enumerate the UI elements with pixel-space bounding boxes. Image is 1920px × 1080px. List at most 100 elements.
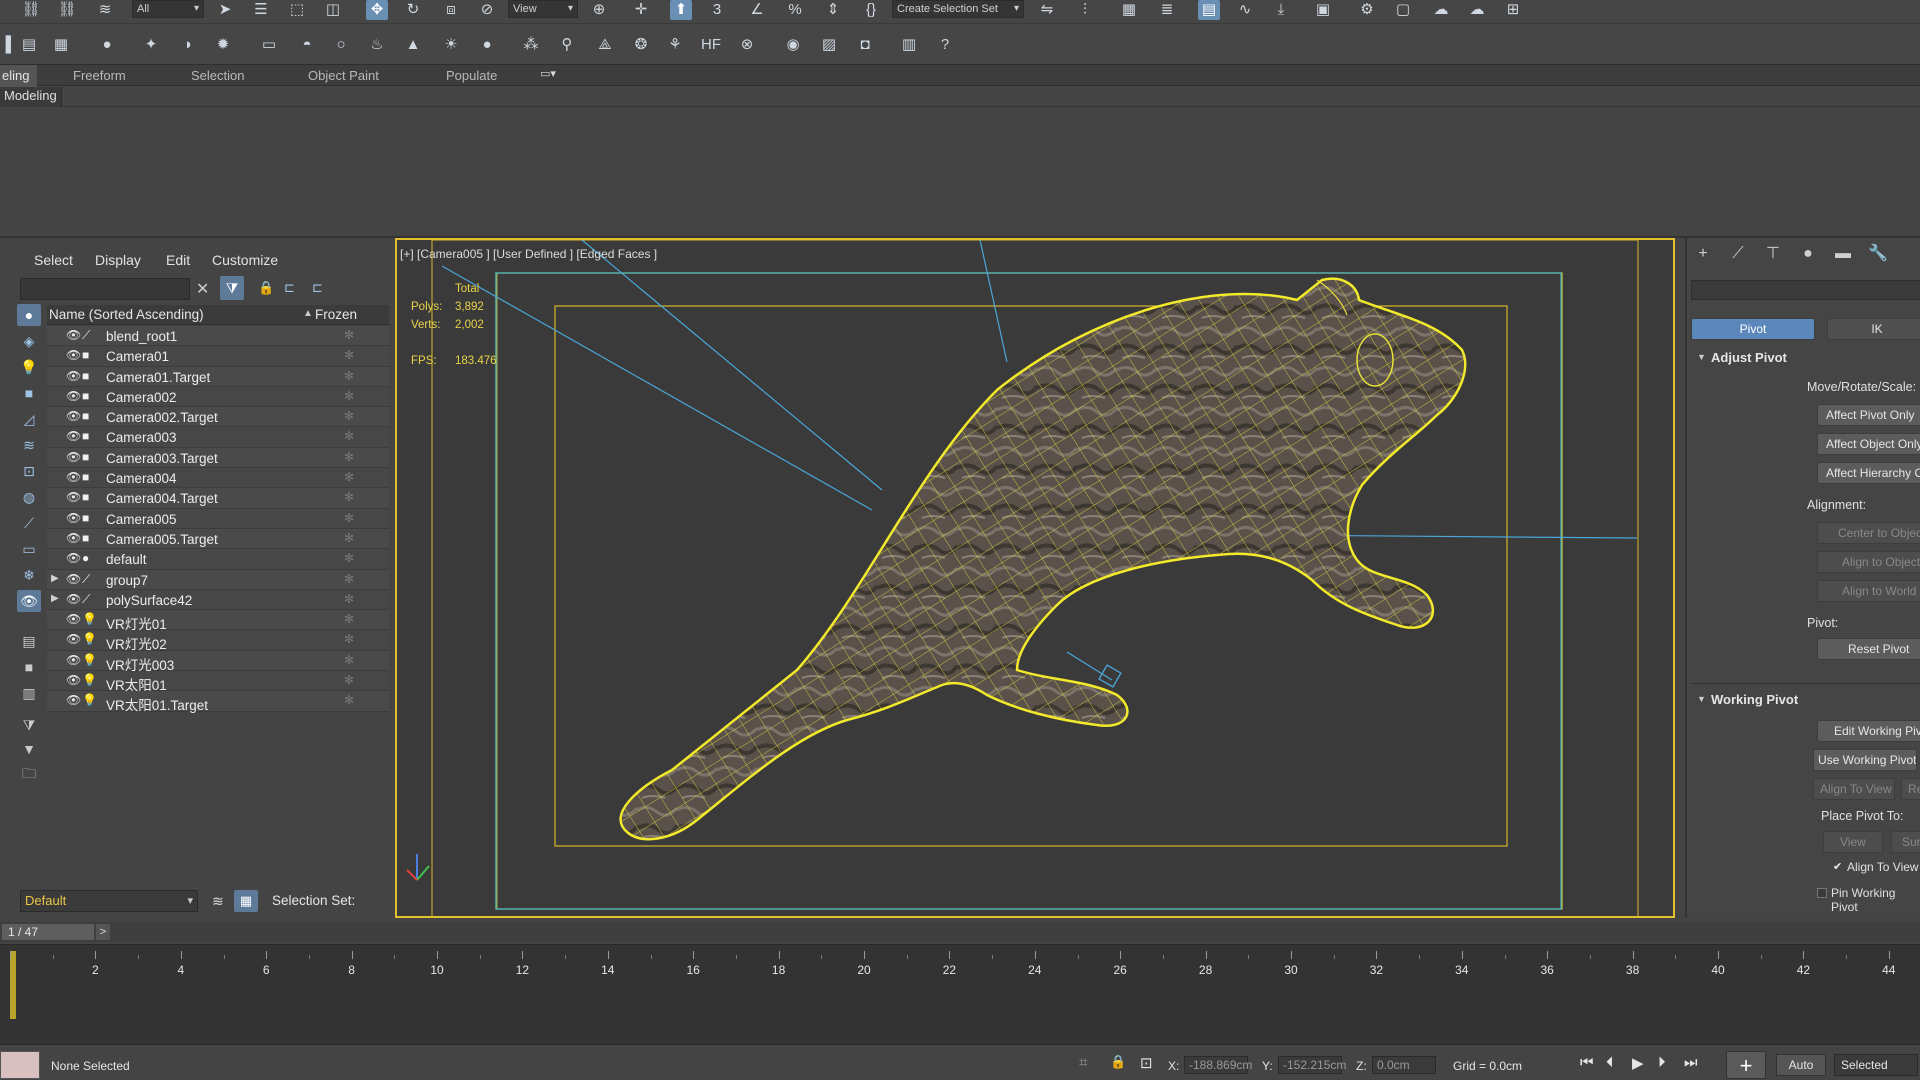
display-bones-icon[interactable]: ⟋ [17, 512, 41, 534]
reference-coordinate-dropdown[interactable]: View [508, 0, 578, 18]
visibility-eye-icon[interactable]: 👁 [66, 409, 81, 423]
display-hidden-icon[interactable]: 👁 [17, 590, 41, 612]
display-xrefs-icon[interactable]: ◍ [17, 486, 41, 508]
z-coordinate-field[interactable]: 0.0cm [1372, 1056, 1436, 1074]
layers-icon[interactable]: ≋ [212, 893, 224, 910]
visibility-eye-icon[interactable]: 👁 [66, 369, 81, 383]
object-name[interactable]: Camera002.Target [106, 410, 218, 425]
menu-edit[interactable]: Edit [166, 252, 190, 268]
ribbon-subtab-modeling[interactable]: Modeling [0, 87, 62, 107]
modify-tab-icon[interactable]: ⟋ [1725, 242, 1751, 266]
filter-icon[interactable]: ⧩ [220, 276, 244, 300]
camera-target-gizmo[interactable] [1098, 664, 1122, 688]
spinner-snap-icon[interactable]: ⇕ [822, 0, 844, 20]
vray-frame-buffer-icon[interactable]: ⊞ [1502, 0, 1524, 20]
explorer-row[interactable]: 👁 ■ Camera01 ✻ [47, 346, 389, 367]
create-tab-icon[interactable]: + [1690, 242, 1716, 266]
explorer-search-input[interactable] [20, 278, 190, 300]
window-crossing-icon[interactable]: ◫ [322, 0, 344, 20]
snap-toggle-icon[interactable]: 3 [706, 0, 728, 20]
frozen-toggle-icon[interactable]: ✻ [344, 470, 354, 484]
sun-icon[interactable]: ☀ [440, 35, 462, 55]
object-name[interactable]: polySurface42 [106, 593, 192, 608]
link-icon[interactable]: ⛓ [20, 0, 42, 20]
frozen-toggle-icon[interactable]: ✻ [344, 612, 354, 626]
x-coordinate-field[interactable]: -188.869cm [1184, 1056, 1252, 1074]
frozen-toggle-icon[interactable]: ✻ [344, 551, 354, 565]
move-icon[interactable]: ✥ [366, 0, 388, 20]
object-name[interactable]: Camera004.Target [106, 491, 218, 506]
visibility-eye-icon[interactable]: 👁 [66, 653, 81, 667]
visibility-eye-icon[interactable]: 👁 [66, 470, 81, 484]
display-geometry-icon[interactable]: ● [17, 304, 41, 326]
mirror-icon[interactable]: ⇋ [1036, 0, 1058, 20]
explorer-row[interactable]: 👁 ■ Camera004 ✻ [47, 468, 389, 489]
rendered-frame-window-icon[interactable]: ▢ [1392, 0, 1414, 20]
place-pivot-view-button[interactable]: View [1823, 831, 1883, 853]
dome-light-icon[interactable]: ◑ [176, 35, 198, 55]
display-all-icon[interactable]: ▤ [17, 630, 41, 652]
explorer-row[interactable]: ▶ 👁 ⟋ polySurface42 ✻ [47, 589, 389, 611]
bind-spacewarp-icon[interactable]: ≋ [94, 0, 116, 20]
object-name[interactable]: Camera003.Target [106, 451, 218, 466]
align-to-world-button[interactable]: Align to World [1817, 580, 1920, 602]
display-none-icon[interactable]: ■ [17, 656, 41, 678]
visibility-eye-icon[interactable]: 👁 [66, 592, 81, 606]
utilities-tab-icon[interactable]: 🔧 [1865, 242, 1891, 266]
expand-arrow-icon[interactable]: ▶ [51, 593, 61, 604]
render-camera-icon[interactable]: ✦ [140, 35, 162, 55]
pivot-center-icon[interactable]: ⊕ [588, 0, 610, 20]
explorer-row[interactable]: ▶ 👁 ⟋ group7 ✻ [47, 569, 389, 590]
frozen-toggle-icon[interactable]: ✻ [344, 328, 354, 342]
object-name-field[interactable] [1691, 280, 1920, 300]
object-name[interactable]: blend_root1 [106, 329, 177, 344]
explorer-row[interactable]: 👁 ■ Camera005.Target ✻ [47, 528, 389, 550]
edit-named-selection-icon[interactable]: {} [860, 0, 882, 20]
sphere-object-icon[interactable]: ❂ [630, 35, 652, 55]
rotate-icon[interactable]: ↻ [402, 0, 424, 20]
select-manipulate-icon[interactable]: ✛ [630, 0, 652, 20]
visibility-eye-icon[interactable]: 👁 [66, 511, 81, 525]
dome-icon[interactable]: ◓ [296, 35, 318, 55]
menu-select[interactable]: Select [34, 252, 73, 268]
motion-tab-icon[interactable]: ● [1795, 242, 1821, 266]
frozen-toggle-icon[interactable]: ✻ [344, 348, 354, 362]
explorer-row[interactable]: 👁 ■ Camera01.Target ✻ [47, 366, 389, 387]
frozen-toggle-icon[interactable]: ✻ [344, 490, 354, 504]
layer-dropdown[interactable]: Default [20, 890, 198, 912]
curve-editor-icon[interactable]: ∿ [1234, 0, 1256, 20]
visibility-eye-icon[interactable]: 👁 [66, 673, 81, 687]
edit-working-pivot-button[interactable]: Edit Working Pivot [1817, 720, 1920, 742]
selection-lock-icon[interactable]: 🔒 [1110, 1054, 1126, 1070]
play-icon[interactable]: ▶ [1632, 1054, 1644, 1072]
hair-icon[interactable]: HF [700, 35, 722, 55]
ik-tab-button[interactable]: IK [1827, 318, 1920, 340]
display-invert-icon[interactable]: ▥ [17, 682, 41, 704]
visibility-eye-icon[interactable]: 👁 [66, 490, 81, 504]
visibility-eye-icon[interactable]: 👁 [66, 632, 81, 646]
toggle-scene-explorer-icon[interactable]: ▦ [1118, 0, 1140, 20]
visibility-eye-icon[interactable]: 👁 [66, 348, 81, 362]
tab-object-paint[interactable]: Object Paint [308, 68, 379, 83]
tab-freeform[interactable]: Freeform [73, 68, 126, 83]
spot-light-icon[interactable]: ▲ [402, 35, 424, 55]
affect-pivot-only-button[interactable]: Affect Pivot Only [1817, 404, 1920, 426]
frozen-toggle-icon[interactable]: ✻ [344, 653, 354, 667]
explorer-row[interactable]: 👁 💡 VR灯光02 ✻ [47, 630, 389, 652]
frozen-toggle-icon[interactable]: ✻ [344, 389, 354, 403]
object-name[interactable]: group7 [106, 573, 148, 588]
frozen-toggle-icon[interactable]: ✻ [344, 632, 354, 646]
display-spacewarps-icon[interactable]: ≋ [17, 434, 41, 456]
align-to-object-button[interactable]: Align to Object [1817, 551, 1920, 573]
hierarchy-tab-icon[interactable]: ⊤ [1760, 242, 1786, 266]
material-editor-icon[interactable]: ▣ [1312, 0, 1334, 20]
adjust-pivot-rollout[interactable]: Adjust Pivot [1711, 350, 1787, 365]
material-ball-icon[interactable]: ◉ [782, 35, 804, 55]
object-name[interactable]: Camera004 [106, 471, 177, 486]
selection-set-explorer-icon[interactable]: ▦ [234, 890, 258, 912]
visibility-eye-icon[interactable]: 👁 [66, 328, 81, 342]
sphere-light-icon[interactable]: ○ [330, 35, 352, 55]
display-frozen-icon[interactable]: ❄ [17, 564, 41, 586]
explorer-row[interactable]: 👁 ■ Camera003 ✻ [47, 427, 389, 448]
list-view-icon[interactable]: ▤ [18, 35, 40, 55]
